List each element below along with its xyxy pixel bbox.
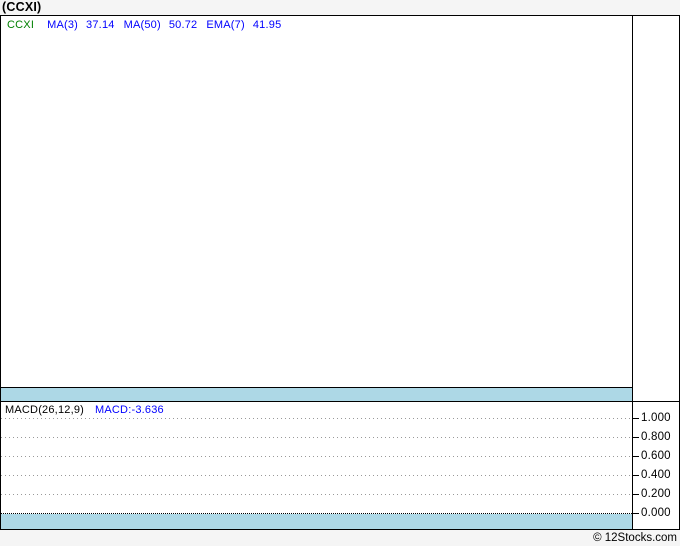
legend-ma3-label: MA(3) (47, 19, 79, 31)
footer: © 12Stocks.com (0, 530, 680, 546)
macd-indicator-label: MACD(26,12,9) (5, 404, 85, 416)
axis-tick (633, 475, 639, 476)
axis-tick (633, 418, 639, 419)
macd-label-row: MACD(26,12,9) MACD:-3.636 (5, 404, 164, 416)
price-panel: CCXI MA(3) 37.14 MA(50) 50.72 EMA(7) 41.95 (1, 16, 633, 401)
legend-ema7-label: EMA(7) (206, 19, 245, 31)
axis-tick (633, 494, 639, 495)
axis-tick (633, 456, 639, 457)
macd-axis-gutter: 1.000 0.800 0.600 0.400 0.200 0.000 (633, 402, 679, 529)
legend-ema7: EMA(7) 41.95 (206, 19, 281, 31)
legend-ma50-value: 50.72 (168, 19, 198, 31)
price-legend: CCXI MA(3) 37.14 MA(50) 50.72 EMA(7) 41.95 (7, 19, 290, 31)
legend-ema7-value: 41.95 (252, 19, 282, 31)
y-axis-label: 0.400 (641, 469, 671, 481)
legend-ma50-label: MA(50) (123, 19, 161, 31)
chart-header: (CCXI) (0, 0, 680, 15)
y-axis-label: 0.000 (641, 507, 671, 519)
site-credit: © 12Stocks.com (593, 532, 677, 544)
price-axis-gutter (633, 16, 679, 401)
gridline-0-800 (1, 437, 632, 438)
y-axis-label: 0.800 (641, 431, 671, 443)
gridline-1-000 (1, 418, 632, 419)
legend-ma3: MA(3) 37.14 (47, 19, 114, 31)
gridline-0-600 (1, 456, 632, 457)
price-chart-box: CCXI MA(3) 37.14 MA(50) 50.72 EMA(7) 41.95 (0, 15, 680, 402)
legend-ma3-value: 37.14 (86, 19, 115, 31)
legend-ticker: CCXI (7, 19, 35, 31)
y-axis-label: 0.200 (641, 488, 671, 500)
stock-chart-page: (CCXI) CCXI MA(3) 37.14 MA(50) 50.72 EMA(7) 41… (0, 0, 680, 546)
gridline-0-400 (1, 475, 632, 476)
legend-ma50: MA(50) 50.72 (124, 19, 198, 31)
separator-band-bottom (1, 514, 632, 529)
macd-chart-box: MACD(26,12,9) MACD:-3.636 1.000 0.800 0.6… (0, 402, 680, 530)
separator-band-top (1, 387, 632, 401)
price-plot-area: CCXI MA(3) 37.14 MA(50) 50.72 EMA(7) 41.95 (1, 16, 632, 387)
axis-tick (633, 513, 639, 514)
macd-panel: MACD(26,12,9) MACD:-3.636 (1, 402, 633, 529)
chart-title: (CCXI) (2, 0, 42, 14)
y-axis-label: 0.600 (641, 450, 671, 462)
axis-tick (633, 437, 639, 438)
gridline-0-200 (1, 494, 632, 495)
macd-value-label: MACD:-3.636 (95, 404, 164, 416)
y-axis-label: 1.000 (641, 412, 671, 424)
